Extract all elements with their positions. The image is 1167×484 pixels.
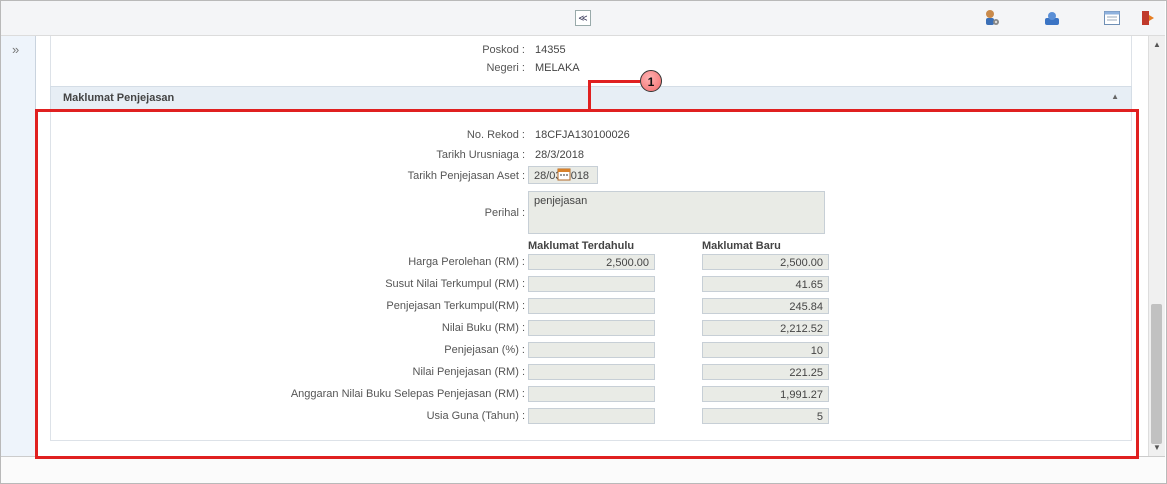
logout-icon[interactable] bbox=[1139, 9, 1157, 27]
window-icon[interactable] bbox=[1103, 9, 1121, 27]
highlight-box bbox=[35, 109, 1139, 459]
negeri-value: MELAKA bbox=[535, 62, 580, 74]
sidebar-toggle-strip: » bbox=[1, 36, 36, 456]
scroll-up-icon[interactable]: ▲ bbox=[1153, 40, 1161, 49]
callout-connector-h bbox=[588, 80, 640, 83]
expand-sidebar-button[interactable]: » bbox=[12, 42, 19, 57]
bottom-bar bbox=[1, 456, 1165, 483]
user-profile-icon[interactable] bbox=[1043, 9, 1061, 27]
user-settings-icon[interactable] bbox=[983, 9, 1001, 27]
vertical-scrollbar[interactable]: ▲ ▼ bbox=[1148, 36, 1165, 456]
negeri-label: Negeri : bbox=[486, 62, 525, 74]
scrollbar-thumb[interactable] bbox=[1151, 304, 1162, 444]
scroll-down-icon[interactable]: ▼ bbox=[1153, 443, 1161, 452]
section-title: Maklumat Penjejasan bbox=[63, 92, 175, 104]
top-toolbar: ≪ bbox=[1, 1, 1165, 36]
section-header[interactable]: Maklumat Penjejasan ▲ bbox=[50, 86, 1132, 110]
poskod-label: Poskod : bbox=[482, 44, 525, 56]
callout-connector-v bbox=[588, 80, 591, 110]
poskod-value: 14355 bbox=[535, 44, 566, 56]
collapse-header-button[interactable]: ≪ bbox=[575, 10, 591, 26]
chevron-up-icon[interactable]: ▲ bbox=[1111, 92, 1119, 101]
callout-badge: 1 bbox=[640, 70, 662, 92]
